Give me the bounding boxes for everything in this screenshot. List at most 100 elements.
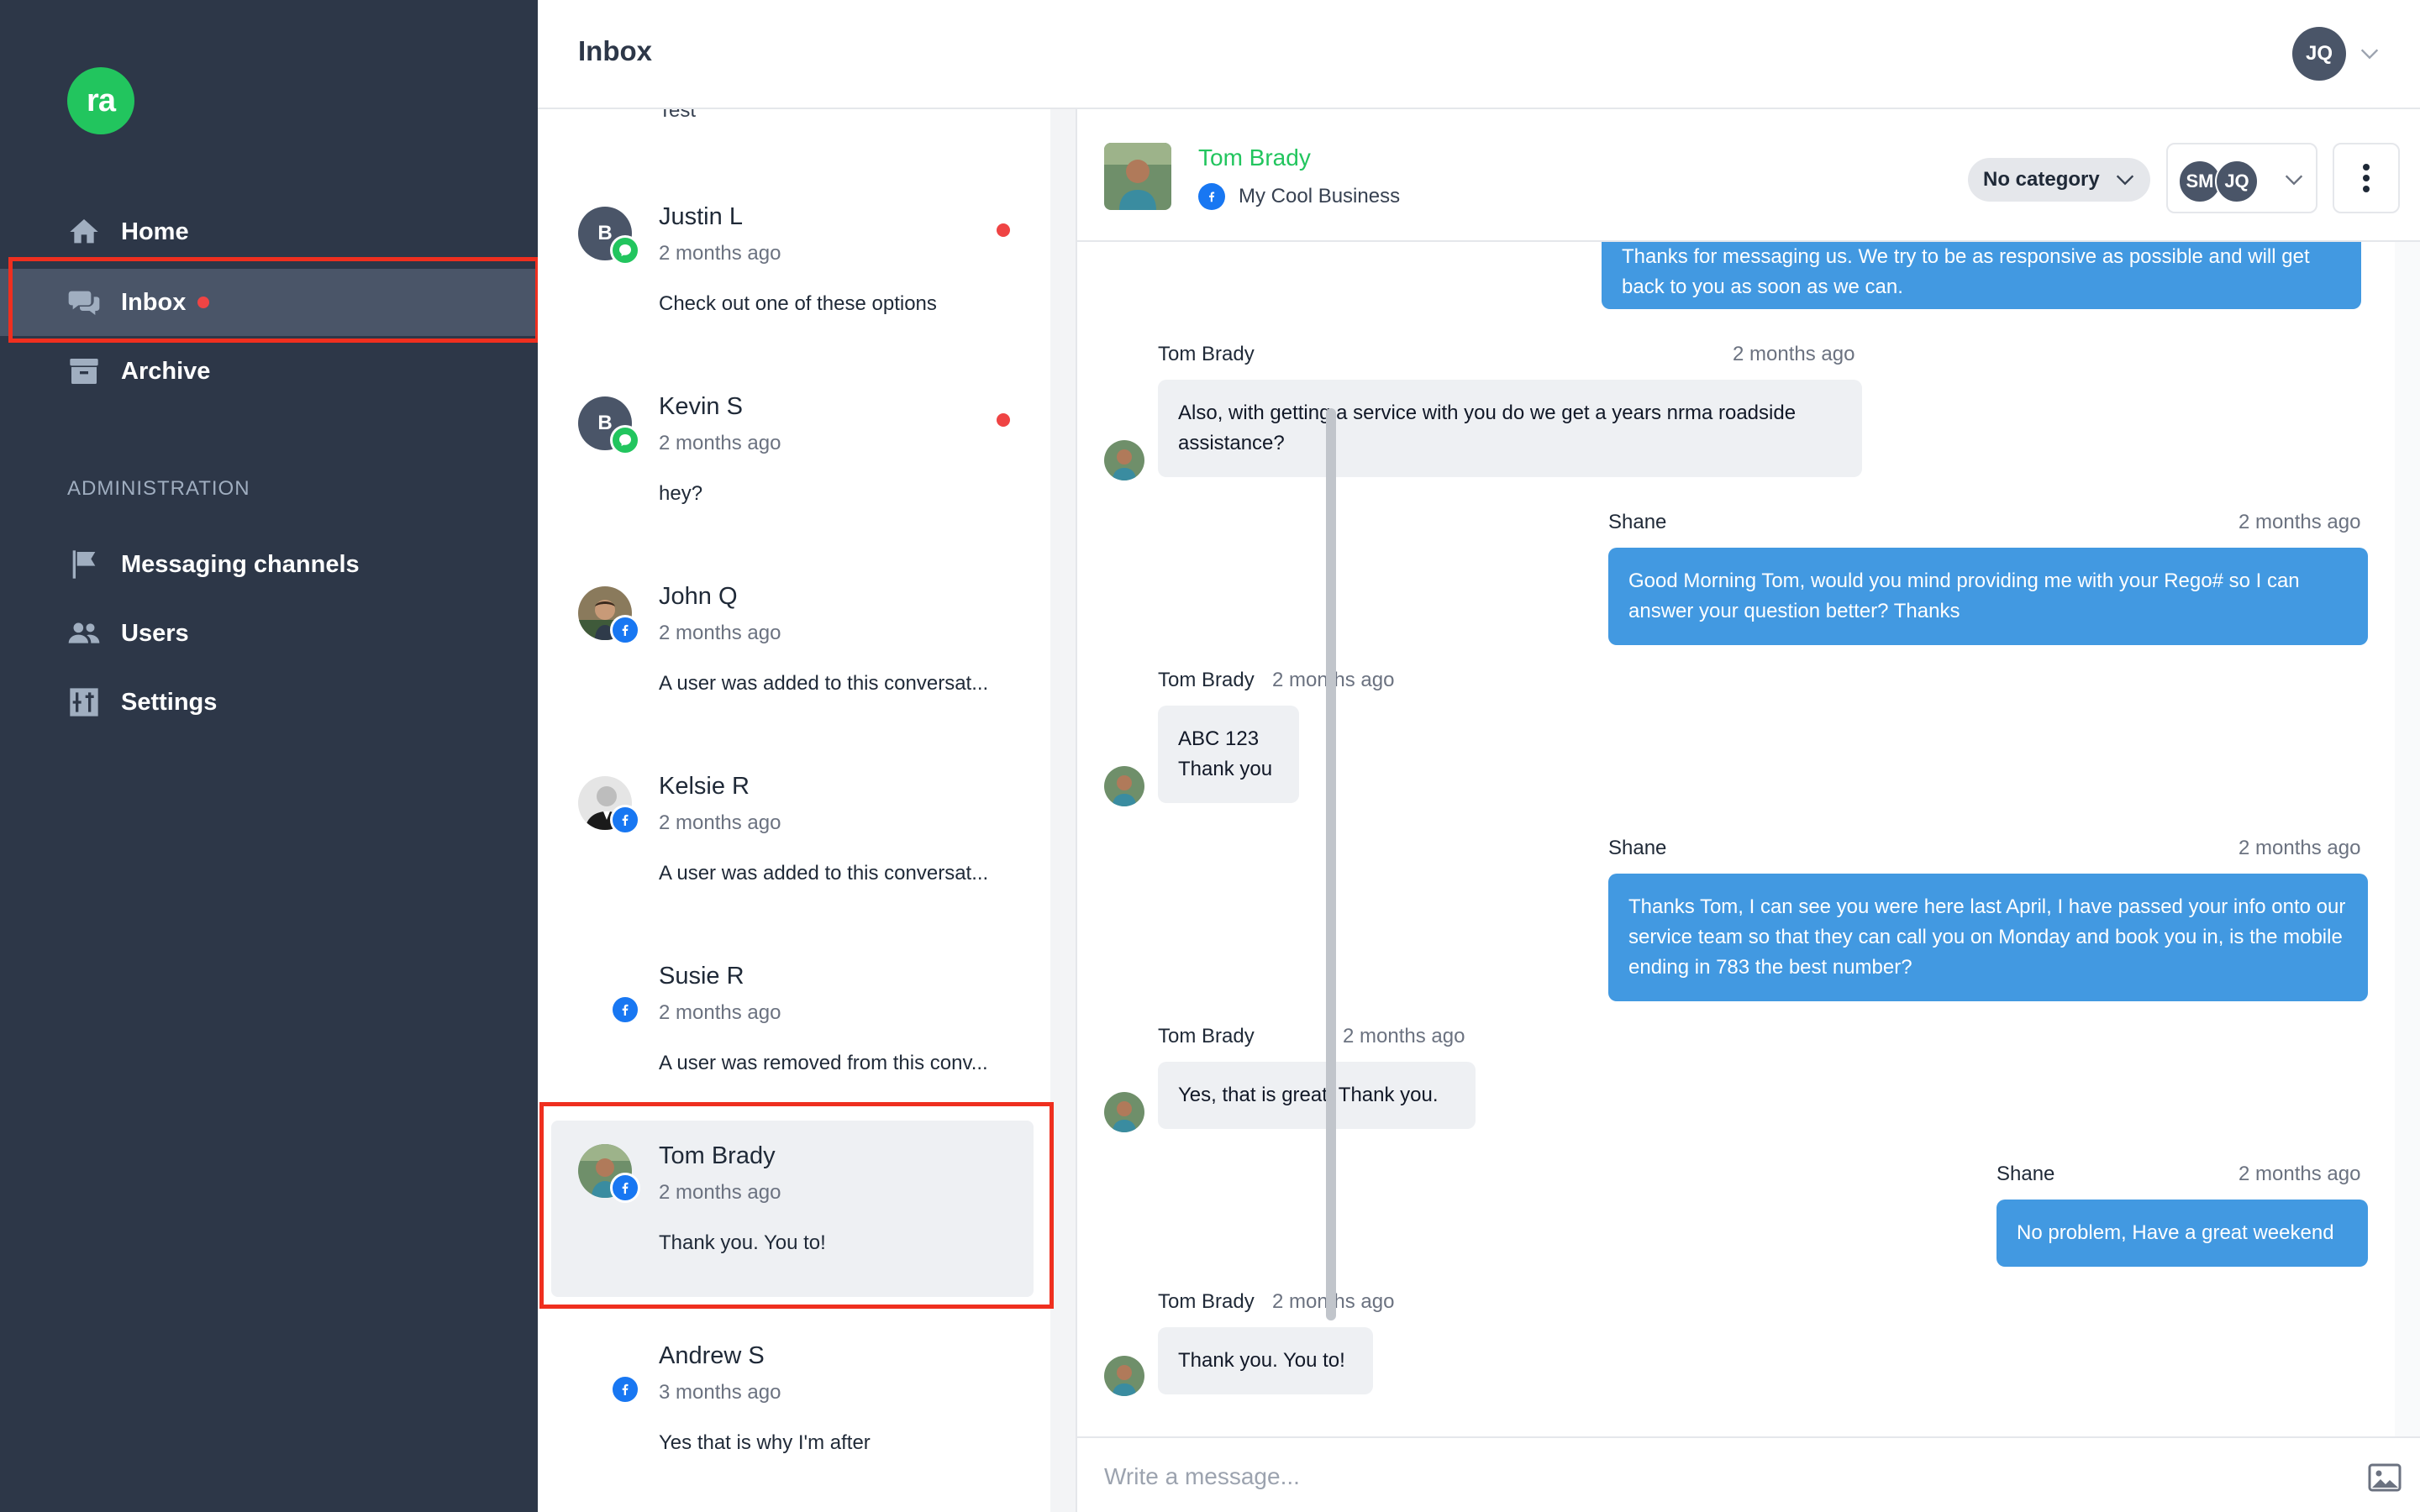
message-time: 2 months ago [2238, 511, 2361, 533]
conversation-name: Andrew S [659, 1342, 765, 1369]
message-time: 2 months ago [2238, 1163, 2361, 1185]
message-bubble-incoming: Yes, that is great. Thank you. [1158, 1062, 1476, 1129]
conversation-item[interactable]: B Kevin S 2 months ago hey? [551, 371, 1034, 548]
message-sender: Shane [1608, 511, 1667, 533]
nav-messaging-channels[interactable]: Messaging channels [0, 531, 538, 598]
chat-bubbles-icon [67, 286, 101, 319]
chat-scrollbar[interactable] [2395, 242, 2420, 1436]
message-bubble-incoming: Also, with getting a service with you do… [1158, 380, 1862, 477]
conversation-time: 2 months ago [659, 622, 781, 644]
chevron-down-icon [2116, 175, 2133, 186]
channel-name: My Cool Business [1239, 185, 1401, 207]
home-icon [67, 215, 101, 249]
conversation-item[interactable]: John Q 2 months ago A user was added to … [551, 561, 1034, 738]
facebook-icon [610, 1374, 640, 1404]
conversation-time: 2 months ago [659, 432, 781, 454]
app-logo[interactable]: ra [67, 67, 134, 134]
conversation-time: 2 months ago [659, 242, 781, 265]
administration-heading: ADMINISTRATION [67, 477, 250, 500]
conversation-time: 2 months ago [659, 1181, 781, 1204]
message-sender: Tom Brady [1158, 1290, 1255, 1313]
message-sender: Shane [1996, 1163, 2055, 1185]
conversation-preview: A user was removed from this conv... [659, 1052, 988, 1074]
category-label: No category [1983, 168, 2100, 191]
conversation-preview: Yes that is why I'm after [659, 1431, 871, 1454]
message-bubble-outgoing: Good Morning Tom, would you mind providi… [1608, 548, 2368, 645]
conversation-preview: A user was added to this conversat... [659, 672, 989, 695]
archive-box-icon [67, 354, 101, 388]
conversation-name: Justin L [659, 203, 743, 230]
conversation-name: Tom Brady [659, 1142, 776, 1169]
nav-home[interactable]: Home [0, 198, 538, 265]
partial-conversation-preview: Test [659, 109, 697, 122]
conversation-item[interactable]: Susie R 2 months ago A user was removed … [551, 941, 1034, 1117]
conversation-preview: hey? [659, 482, 703, 505]
nav-archive[interactable]: Archive [0, 338, 538, 405]
chat-panel: Tom Brady My Cool Business No category S… [1076, 109, 2420, 1512]
conversation-name: Susie R [659, 963, 744, 990]
conversation-list: Test B Justin L 2 months ago Check out o… [538, 109, 1050, 1512]
facebook-icon [1198, 183, 1225, 210]
conversation-item[interactable]: Andrew S 3 months ago Yes that is why I'… [551, 1320, 1034, 1497]
nav-home-label: Home [121, 218, 189, 245]
conversation-preview: Check out one of these options [659, 292, 937, 315]
facebook-icon [610, 995, 640, 1025]
nav-messaging-channels-label: Messaging channels [121, 550, 360, 578]
nav-settings[interactable]: Settings [0, 669, 538, 736]
user-avatar[interactable]: JQ [2292, 27, 2346, 81]
image-attach-icon[interactable] [2368, 1463, 2402, 1492]
vertical-dots-icon [2363, 164, 2370, 192]
message-bubble-outgoing: Thanks Tom, I can see you were here last… [1608, 874, 2368, 1001]
unread-indicator [197, 297, 210, 308]
contact-photo [1104, 143, 1171, 210]
sender-avatar [1104, 1092, 1144, 1132]
facebook-icon [610, 1173, 640, 1203]
contact-name[interactable]: Tom Brady [1198, 144, 1311, 171]
sidebar: ra Home Inbox Archive ADMINISTRATION Mes… [0, 0, 538, 1512]
settings-sliders-icon [67, 685, 101, 719]
message-sender: Tom Brady [1158, 669, 1255, 691]
nav-inbox-label: Inbox [121, 288, 187, 316]
message-bubble-outgoing: Thanks for messaging us. We try to be as… [1602, 242, 2361, 309]
chevron-down-icon[interactable] [2358, 42, 2381, 66]
conversation-name: Kevin S [659, 393, 743, 420]
conversation-name: John Q [659, 583, 738, 610]
conversation-name: Kelsie R [659, 773, 750, 800]
message-time: 2 months ago [1343, 1025, 1465, 1047]
more-options-button[interactable] [2333, 143, 2400, 213]
chat-scrollbar-thumb[interactable] [1326, 408, 1336, 1320]
conversation-list-scrollbar[interactable] [1050, 109, 1076, 1512]
conversation-time: 3 months ago [659, 1381, 781, 1404]
message-sender: Tom Brady [1158, 343, 1255, 365]
message-bubble-incoming: Thank you. You to! [1158, 1327, 1373, 1394]
flag-icon [67, 548, 101, 581]
category-dropdown[interactable]: No category [1968, 158, 2150, 202]
message-thread: Thanks for messaging us. We try to be as… [1077, 242, 2395, 1436]
facebook-icon [610, 805, 640, 835]
message-sender: Shane [1608, 837, 1667, 859]
conversation-time: 2 months ago [659, 1001, 781, 1024]
page-title: Inbox [578, 35, 652, 66]
messenger-icon [610, 235, 640, 265]
conversation-item[interactable]: Kelsie R 2 months ago A user was added t… [551, 751, 1034, 927]
nav-users[interactable]: Users [0, 600, 538, 667]
chat-header: Tom Brady My Cool Business No category S… [1077, 109, 2420, 242]
message-input[interactable] [1104, 1458, 2281, 1495]
message-composer [1077, 1436, 2420, 1512]
unread-dot [997, 413, 1010, 427]
message-time: 2 months ago [1733, 343, 1855, 365]
nav-settings-label: Settings [121, 688, 218, 716]
message-sender: Tom Brady [1158, 1025, 1255, 1047]
assignees-dropdown[interactable]: SM JQ [2166, 143, 2317, 213]
nav-users-label: Users [121, 619, 189, 647]
conversation-time: 2 months ago [659, 811, 781, 834]
conversation-item-selected[interactable]: Tom Brady 2 months ago Thank you. You to… [551, 1121, 1034, 1297]
messenger-icon [610, 425, 640, 455]
sender-avatar [1104, 440, 1144, 480]
nav-inbox[interactable]: Inbox [0, 269, 538, 336]
chevron-down-icon [2285, 175, 2303, 186]
assignee-avatar: JQ [2215, 160, 2259, 203]
conversation-item[interactable]: B Justin L 2 months ago Check out one of… [551, 181, 1034, 358]
unread-dot [997, 223, 1010, 237]
nav-archive-label: Archive [121, 357, 211, 385]
